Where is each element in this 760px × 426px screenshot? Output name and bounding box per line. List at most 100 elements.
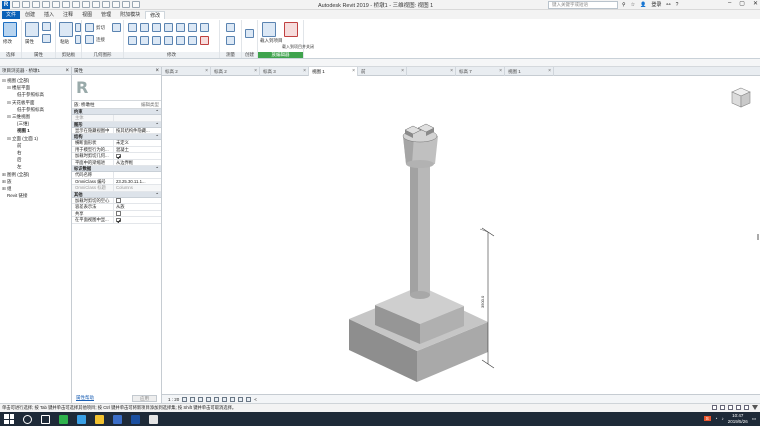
split-icon[interactable] — [176, 23, 185, 32]
delete-icon[interactable] — [200, 36, 209, 45]
property-value[interactable] — [114, 217, 161, 223]
tree-node[interactable]: ⊞组 — [0, 185, 71, 192]
close-tab-icon[interactable]: × — [450, 67, 453, 76]
collapse-icon[interactable]: ⌃ — [155, 134, 159, 140]
browser-icon[interactable] — [77, 414, 86, 424]
property-value[interactable]: 未定义 — [114, 140, 161, 146]
close-tab-icon[interactable]: × — [499, 67, 502, 76]
folder-icon[interactable] — [95, 414, 104, 424]
text-icon[interactable] — [82, 1, 90, 8]
property-value[interactable] — [114, 172, 161, 178]
tree-node[interactable]: 左 — [0, 163, 71, 170]
measure-distance-icon[interactable] — [226, 23, 235, 32]
revit-logo[interactable]: R — [2, 0, 10, 9]
view-tab[interactable]: 标高 2 × — [211, 67, 260, 76]
select-by-face-icon[interactable] — [736, 405, 741, 410]
undo-icon[interactable] — [42, 1, 50, 8]
binoculars-icon[interactable]: ⚲ — [622, 2, 626, 8]
temporary-hide-icon[interactable] — [238, 396, 244, 402]
view-tab[interactable]: 标高 3 × — [260, 67, 309, 76]
dimension-icon[interactable] — [226, 36, 235, 45]
wechat-icon[interactable] — [59, 414, 68, 424]
filter-icon[interactable] — [752, 405, 758, 410]
properties-icon[interactable] — [25, 22, 39, 37]
select-underlay-icon[interactable] — [720, 405, 725, 410]
mirror-draw-icon[interactable] — [164, 23, 173, 32]
tree-node[interactable]: ⊟立面 (立面 1) — [0, 135, 71, 142]
rotate-icon[interactable] — [152, 36, 161, 45]
search-input[interactable]: 键入关键字或短语 — [548, 1, 618, 9]
property-value[interactable]: 从族 — [114, 204, 161, 210]
property-value[interactable] — [114, 198, 161, 204]
property-value[interactable]: 按其结构件隐藏... — [114, 128, 161, 134]
tree-node[interactable]: 低于参照标高 — [0, 106, 71, 113]
create-similar-icon[interactable] — [245, 29, 254, 38]
property-value[interactable]: 23.25.30.11.1... — [114, 179, 161, 185]
tab-view[interactable]: 视图 — [78, 11, 96, 19]
tree-node[interactable]: ⊟视图 (全部) — [0, 77, 71, 84]
view-tab[interactable]: 标高 7 × — [456, 67, 505, 76]
property-checkbox[interactable] — [116, 153, 121, 159]
maximize-icon[interactable]: ▢ — [739, 0, 745, 7]
visual-style-icon[interactable] — [190, 396, 196, 402]
view-tab[interactable]: 标高 2 × — [162, 67, 211, 76]
measure-icon[interactable] — [72, 1, 80, 8]
3d-view-icon[interactable] — [92, 1, 100, 8]
sun-path-icon[interactable] — [198, 396, 204, 402]
shadows-icon[interactable] — [206, 396, 212, 402]
tree-node[interactable]: ⊟楼层平面 — [0, 84, 71, 91]
star-icon[interactable]: ☆ — [631, 2, 635, 8]
close-tab-icon[interactable]: × — [548, 67, 551, 76]
help-icon[interactable]: ? — [676, 2, 679, 8]
close-hidden-icon[interactable] — [122, 1, 130, 8]
drag-elements-icon[interactable] — [744, 405, 749, 410]
notification-icon[interactable]: ▭ — [752, 416, 756, 422]
volume-icon[interactable]: ♪ — [721, 416, 723, 421]
tree-node[interactable]: 低于参照标高 — [0, 91, 71, 98]
move-icon[interactable] — [128, 36, 137, 45]
viewcube-icon[interactable] — [730, 86, 752, 110]
view-tab[interactable]: 视图 1 × — [309, 67, 358, 76]
property-section-header[interactable]: 图形 ⌃ — [72, 121, 161, 128]
property-section-header[interactable]: 标识数据 ⌃ — [72, 166, 161, 172]
property-section-header[interactable]: 约束 ⌃ — [72, 109, 161, 115]
tab-addins[interactable]: 附加模块 — [116, 11, 144, 19]
property-value[interactable]: 从边界框 — [114, 160, 161, 166]
revit-taskbar-icon[interactable] — [113, 414, 122, 424]
property-section-header[interactable]: 结构 ⌃ — [72, 134, 161, 140]
minimize-icon[interactable]: – — [728, 0, 731, 7]
align-icon[interactable] — [128, 23, 137, 32]
thin-lines-icon[interactable] — [112, 1, 120, 8]
property-checkbox[interactable] — [116, 211, 121, 216]
load-into-project-icon[interactable] — [262, 22, 276, 37]
scale-icon[interactable] — [176, 36, 185, 45]
tab-annotate[interactable]: 注释 — [59, 11, 77, 19]
tab-create[interactable]: 创建 — [21, 11, 39, 19]
tab-modify[interactable]: 修改 — [145, 11, 166, 19]
app-taskbar-icon[interactable] — [131, 414, 140, 424]
type-selector[interactable]: 族: 桥墩柱 编辑类型 — [72, 101, 161, 109]
exchange-icon[interactable]: ⚯ — [666, 2, 670, 8]
mirror-axis-icon[interactable] — [152, 23, 161, 32]
close-icon[interactable]: × — [155, 67, 159, 75]
close-icon[interactable]: × — [65, 67, 69, 75]
join-icon[interactable] — [85, 35, 94, 44]
close-tab-icon[interactable]: × — [401, 67, 404, 76]
edit-type-button[interactable]: 编辑类型 — [141, 102, 159, 108]
view-tab[interactable]: 视图 1 × — [505, 67, 554, 76]
properties-help-link[interactable]: 属性帮助 — [76, 395, 94, 401]
close-icon[interactable]: ✕ — [753, 0, 758, 7]
login-link[interactable]: 登录 — [651, 1, 661, 8]
crop-view-icon[interactable] — [214, 396, 220, 402]
tree-node[interactable]: Revit 链接 — [0, 192, 71, 199]
trim-icon[interactable] — [164, 36, 173, 45]
collapse-icon[interactable]: ⌃ — [155, 109, 159, 115]
cortana-icon[interactable] — [23, 414, 32, 424]
save-icon[interactable] — [22, 1, 30, 8]
tree-node[interactable]: ⊟三维视图 — [0, 113, 71, 120]
collapse-icon[interactable]: < — [254, 397, 257, 402]
family-types-icon[interactable] — [42, 22, 51, 31]
tree-node[interactable]: 视图 1 — [0, 127, 71, 134]
load-into-project-close-icon[interactable] — [284, 22, 298, 37]
reveal-hidden-icon[interactable] — [246, 396, 252, 402]
